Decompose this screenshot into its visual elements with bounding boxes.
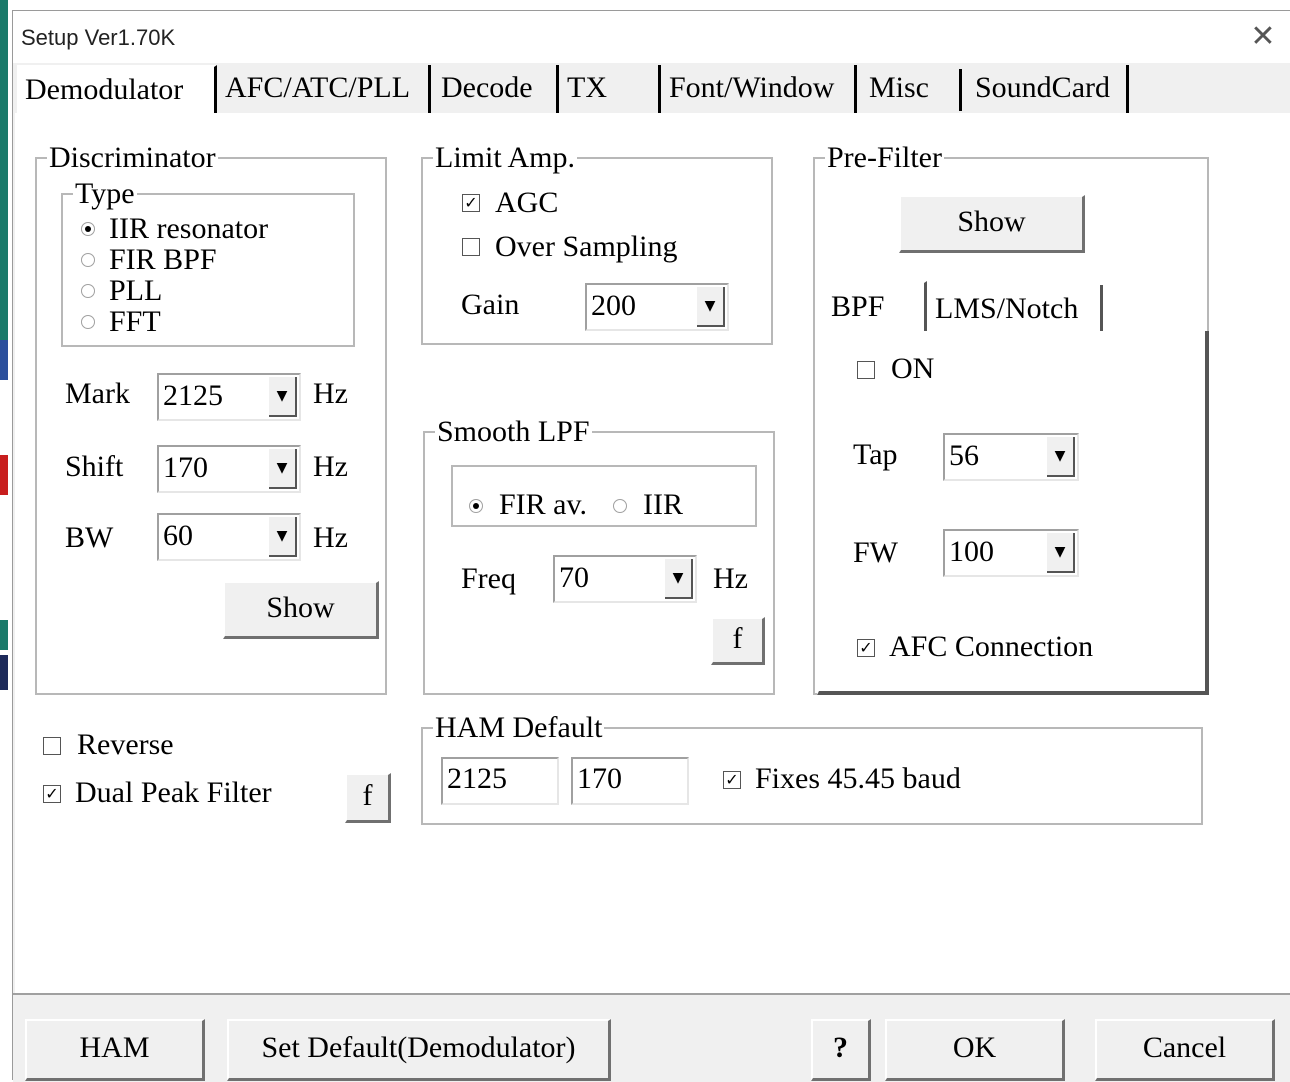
radio-label-fir: FIR BPF xyxy=(109,243,217,276)
radio-fir-av[interactable] xyxy=(469,499,483,513)
gain-value: 200 xyxy=(591,289,636,322)
setup-dialog: Setup Ver1.70K ✕ Demodulator AFC/ATC/PLL… xyxy=(12,10,1290,1082)
freq-unit: Hz xyxy=(713,562,748,595)
chevron-down-icon[interactable]: ▼ xyxy=(665,559,693,599)
tab-decode[interactable]: Decode xyxy=(435,65,559,113)
afc-connection-label: AFC Connection xyxy=(889,630,1094,663)
tab-tx[interactable]: TX xyxy=(561,65,661,113)
chevron-down-icon[interactable]: ▼ xyxy=(1047,437,1075,477)
fw-label: FW xyxy=(853,536,898,569)
radio-pll[interactable] xyxy=(81,284,95,298)
oversampling-label: Over Sampling xyxy=(495,230,678,263)
help-button[interactable]: ? xyxy=(811,1019,871,1081)
radio-fft[interactable] xyxy=(81,315,95,329)
close-icon[interactable]: ✕ xyxy=(1243,17,1283,57)
freq-label: Freq xyxy=(461,562,516,595)
filter-type-group xyxy=(451,465,757,527)
radio-label-pll: PLL xyxy=(109,274,163,307)
bpf-on-label: ON xyxy=(891,352,935,385)
chevron-down-icon[interactable]: ▼ xyxy=(1047,533,1075,573)
chevron-down-icon[interactable]: ▼ xyxy=(269,449,297,489)
cancel-button[interactable]: Cancel xyxy=(1095,1019,1275,1081)
dual-peak-checkbox[interactable]: ✓ xyxy=(43,785,61,803)
chevron-down-icon[interactable]: ▼ xyxy=(697,287,725,327)
pre-filter-title: Pre-Filter xyxy=(825,141,944,174)
agc-label: AGC xyxy=(495,186,559,219)
shift-unit: Hz xyxy=(313,450,348,483)
type-title: Type xyxy=(73,177,137,210)
fixes-baud-label: Fixes 45.45 baud xyxy=(755,762,961,795)
desktop-edge xyxy=(0,0,12,1079)
ham-button[interactable]: HAM xyxy=(25,1019,205,1081)
subtab-bpf[interactable]: BPF xyxy=(819,281,927,331)
tab-afc-atc-pll[interactable]: AFC/ATC/PLL xyxy=(219,65,431,113)
demodulator-panel: Discriminator Type IIR resonator FIR BPF… xyxy=(15,113,1290,995)
bw-combo[interactable]: 60 ▼ xyxy=(157,513,301,561)
freq-value: 70 xyxy=(559,561,589,594)
radio-label-iir: IIR resonator xyxy=(109,212,269,245)
mark-label: Mark xyxy=(65,377,130,410)
tap-value: 56 xyxy=(949,439,979,472)
ok-button[interactable]: OK xyxy=(885,1019,1065,1081)
mark-value: 2125 xyxy=(163,379,223,412)
fw-value: 100 xyxy=(949,535,994,568)
dual-peak-f-button[interactable]: f xyxy=(345,773,391,823)
oversampling-checkbox[interactable] xyxy=(462,238,480,256)
ham-shift-field[interactable]: 170 xyxy=(571,757,689,805)
tab-demodulator[interactable]: Demodulator xyxy=(17,65,217,113)
agc-checkbox[interactable]: ✓ xyxy=(462,194,480,212)
bw-label: BW xyxy=(65,521,114,554)
title-bar: Setup Ver1.70K ✕ xyxy=(13,11,1290,63)
subtab-bpf-label: BPF xyxy=(831,290,885,323)
mark-combo[interactable]: 2125 ▼ xyxy=(157,373,301,421)
tab-misc[interactable]: Misc xyxy=(863,65,957,113)
subtab-lms-label: LMS/Notch xyxy=(935,292,1079,325)
subtab-lms-notch[interactable]: LMS/Notch xyxy=(929,285,1103,333)
footer-bar: HAM Set Default(Demodulator) ? OK Cancel xyxy=(13,993,1290,1082)
bw-value: 60 xyxy=(163,519,193,552)
radio-iir-resonator[interactable] xyxy=(81,222,95,236)
chevron-down-icon[interactable]: ▼ xyxy=(269,517,297,557)
radio-iir[interactable] xyxy=(613,499,627,513)
radio-label-iir-lpf: IIR xyxy=(643,488,683,521)
mark-unit: Hz xyxy=(313,377,348,410)
dual-peak-label: Dual Peak Filter xyxy=(75,776,272,809)
shift-combo[interactable]: 170 ▼ xyxy=(157,445,301,493)
tab-divider xyxy=(959,69,962,111)
afc-connection-checkbox[interactable]: ✓ xyxy=(857,639,875,657)
tab-font-window[interactable]: Font/Window xyxy=(663,65,857,113)
chevron-down-icon[interactable]: ▼ xyxy=(269,377,297,417)
limit-amp-title: Limit Amp. xyxy=(433,141,578,174)
pre-filter-show-button[interactable]: Show xyxy=(899,195,1085,253)
window-title: Setup Ver1.70K xyxy=(21,25,176,50)
tab-soundcard[interactable]: SoundCard xyxy=(969,65,1129,113)
tap-label: Tap xyxy=(853,438,898,471)
smooth-lpf-title: Smooth LPF xyxy=(435,415,592,448)
set-default-button[interactable]: Set Default(Demodulator) xyxy=(227,1019,611,1081)
gain-label: Gain xyxy=(461,288,520,321)
bpf-on-checkbox[interactable] xyxy=(857,361,875,379)
radio-fir-bpf[interactable] xyxy=(81,253,95,267)
tap-combo[interactable]: 56 ▼ xyxy=(943,433,1079,481)
fw-combo[interactable]: 100 ▼ xyxy=(943,529,1079,577)
bpf-subpanel: ON Tap 56 ▼ FW 100 ▼ ✓ AFC Connection xyxy=(817,331,1209,695)
reverse-checkbox[interactable] xyxy=(43,737,61,755)
discriminator-title: Discriminator xyxy=(47,141,218,174)
freq-combo[interactable]: 70 ▼ xyxy=(553,555,697,603)
shift-value: 170 xyxy=(163,451,208,484)
discriminator-show-button[interactable]: Show xyxy=(223,581,379,639)
bw-unit: Hz xyxy=(313,521,348,554)
shift-label: Shift xyxy=(65,450,124,483)
reverse-label: Reverse xyxy=(77,728,174,761)
gain-combo[interactable]: 200 ▼ xyxy=(585,283,729,331)
radio-label-fir-av: FIR av. xyxy=(499,488,588,521)
ham-mark-field[interactable]: 2125 xyxy=(441,757,559,805)
smooth-lpf-f-button[interactable]: f xyxy=(711,617,765,665)
ham-default-title: HAM Default xyxy=(433,711,605,744)
fixes-baud-checkbox[interactable]: ✓ xyxy=(723,771,741,789)
radio-label-fft: FFT xyxy=(109,305,161,338)
